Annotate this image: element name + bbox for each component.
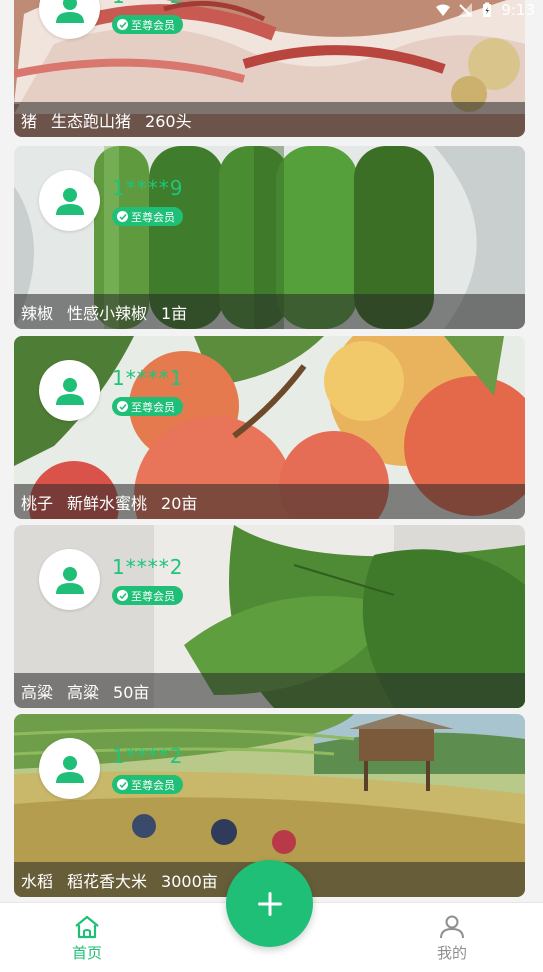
caption-variety: 高粱 (67, 682, 100, 702)
battery-icon (483, 2, 492, 17)
caption-crop: 桃子 (21, 493, 54, 513)
status-bar: 9:13 (435, 0, 543, 20)
status-time: 9:13 (501, 1, 535, 19)
listing-card[interactable]: 1****2 至尊会员 猪 生态跑山猪 260头 (14, 0, 525, 137)
caption-variety: 新鲜水蜜桃 (67, 493, 148, 513)
username: 1****9 (112, 176, 184, 200)
caption-amount: 50亩 (113, 682, 150, 702)
nav-home[interactable]: 首页 (57, 915, 117, 963)
nav-mine[interactable]: 我的 (422, 915, 482, 963)
user-icon (55, 566, 84, 594)
check-icon (117, 401, 128, 412)
caption-crop: 猪 (21, 111, 38, 131)
listing-card[interactable]: 1****1 至尊会员 桃子 新鲜水蜜桃 20亩 (14, 336, 525, 519)
badge-label: 至尊会员 (131, 589, 175, 603)
caption-amount: 20亩 (161, 493, 198, 513)
user-icon (55, 377, 84, 405)
listing-card[interactable]: 1****9 至尊会员 辣椒 性感小辣椒 1亩 (14, 146, 525, 329)
signal-icon (458, 3, 473, 17)
caption-variety: 稻花香大米 (67, 871, 148, 891)
plus-icon (257, 891, 282, 916)
username: 1****1 (112, 366, 184, 390)
avatar[interactable] (39, 549, 100, 610)
caption-amount: 260头 (145, 111, 192, 131)
badge-label: 至尊会员 (131, 778, 175, 792)
member-badge: 至尊会员 (112, 15, 183, 34)
listing-caption: 桃子 新鲜水蜜桃 20亩 (14, 484, 525, 519)
caption-amount: 3000亩 (161, 871, 218, 891)
caption-crop: 辣椒 (21, 303, 54, 323)
caption-crop: 水稻 (21, 871, 54, 891)
home-icon (75, 915, 99, 939)
avatar[interactable] (39, 738, 100, 799)
listing-caption: 高粱 高粱 50亩 (14, 673, 525, 708)
listing-caption: 辣椒 性感小辣椒 1亩 (14, 294, 525, 329)
user-icon (55, 0, 84, 23)
check-icon (117, 779, 128, 790)
member-badge: 至尊会员 (112, 775, 183, 794)
check-icon (117, 211, 128, 222)
caption-variety: 生态跑山猪 (51, 111, 132, 131)
user-icon (55, 755, 84, 783)
caption-variety: 性感小辣椒 (67, 303, 148, 323)
username: 1****2 (112, 0, 183, 8)
username: 1****2 (112, 555, 184, 579)
member-badge: 至尊会员 (112, 586, 183, 605)
caption-amount: 1亩 (161, 303, 188, 323)
nav-home-label: 首页 (71, 944, 102, 962)
nav-mine-label: 我的 (436, 944, 467, 962)
check-icon (117, 590, 128, 601)
badge-label: 至尊会员 (131, 18, 175, 32)
avatar[interactable] (39, 170, 100, 231)
listing-card[interactable]: 1****2 至尊会员 高粱 高粱 50亩 (14, 525, 525, 708)
listing-caption: 猪 生态跑山猪 260头 (14, 102, 525, 137)
user-icon (55, 187, 84, 215)
badge-label: 至尊会员 (131, 400, 175, 414)
add-listing-button[interactable] (226, 860, 313, 947)
app-screen: 9:13 1****2 至尊会员 (0, 0, 543, 972)
avatar[interactable] (39, 360, 100, 421)
member-badge: 至尊会员 (112, 207, 183, 226)
person-icon (440, 915, 464, 939)
member-badge: 至尊会员 (112, 397, 183, 416)
badge-label: 至尊会员 (131, 210, 175, 224)
username: 1****2 (112, 744, 184, 768)
wifi-icon (436, 4, 451, 16)
check-icon (117, 19, 128, 30)
caption-crop: 高粱 (21, 682, 54, 702)
